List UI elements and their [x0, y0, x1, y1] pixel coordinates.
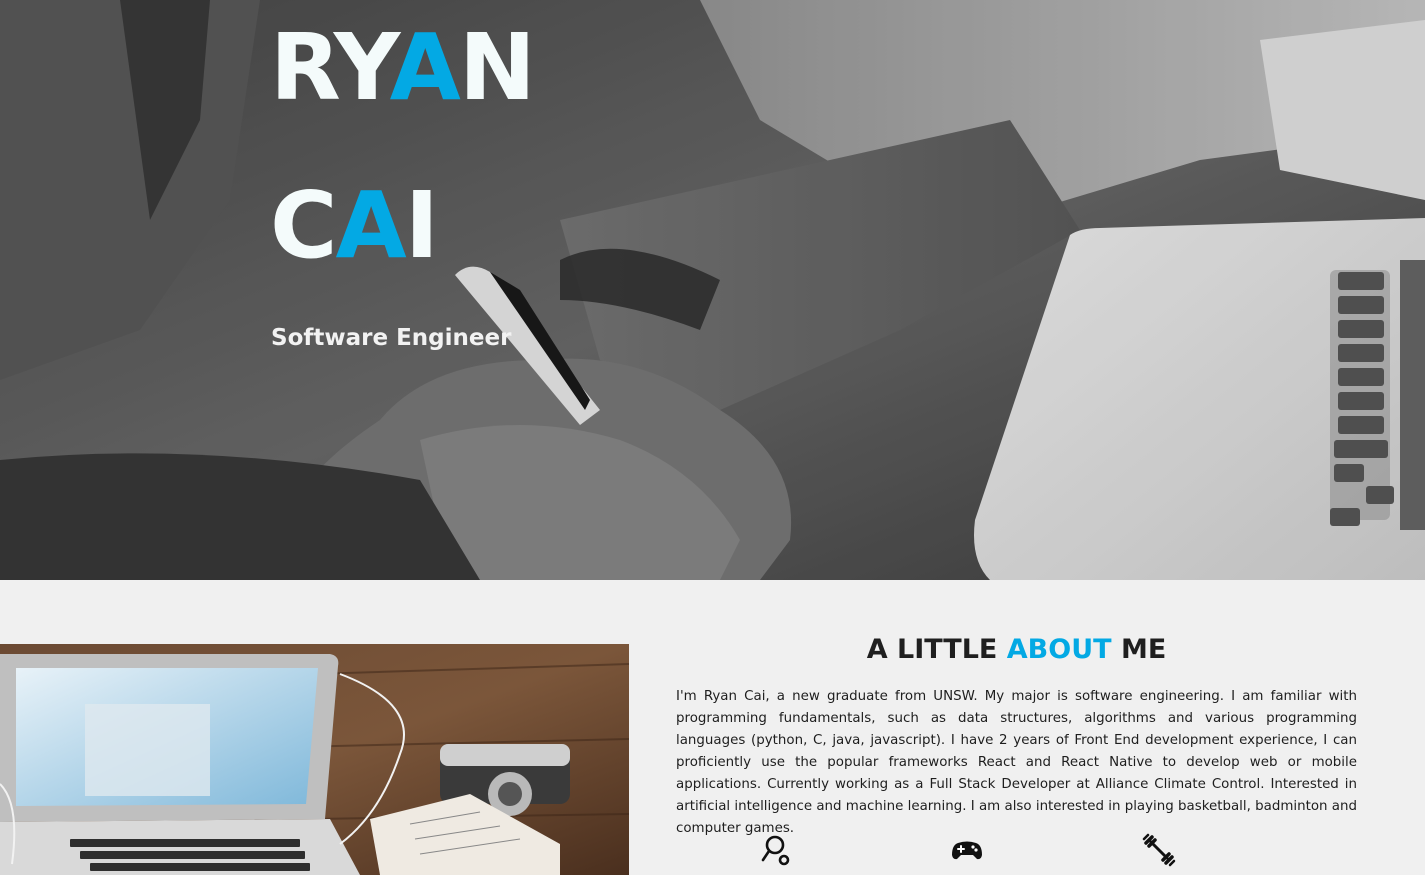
hero-role: Software Engineer	[271, 325, 512, 351]
about-title: A LITTLE ABOUT ME	[866, 634, 1167, 665]
hero-last-name: CAI	[270, 172, 439, 279]
hero-banner: RYAN CAI Software Engineer	[0, 0, 1425, 580]
about-photo	[0, 644, 629, 875]
about-description: I'm Ryan Cai, a new graduate from UNSW. …	[676, 689, 1357, 836]
hero-overlay	[0, 0, 1425, 580]
badminton-icon	[759, 833, 793, 867]
hero-first-name: RYAN	[270, 14, 536, 121]
dumbbell-icon	[1142, 833, 1176, 867]
gamepad-icon	[950, 833, 984, 867]
